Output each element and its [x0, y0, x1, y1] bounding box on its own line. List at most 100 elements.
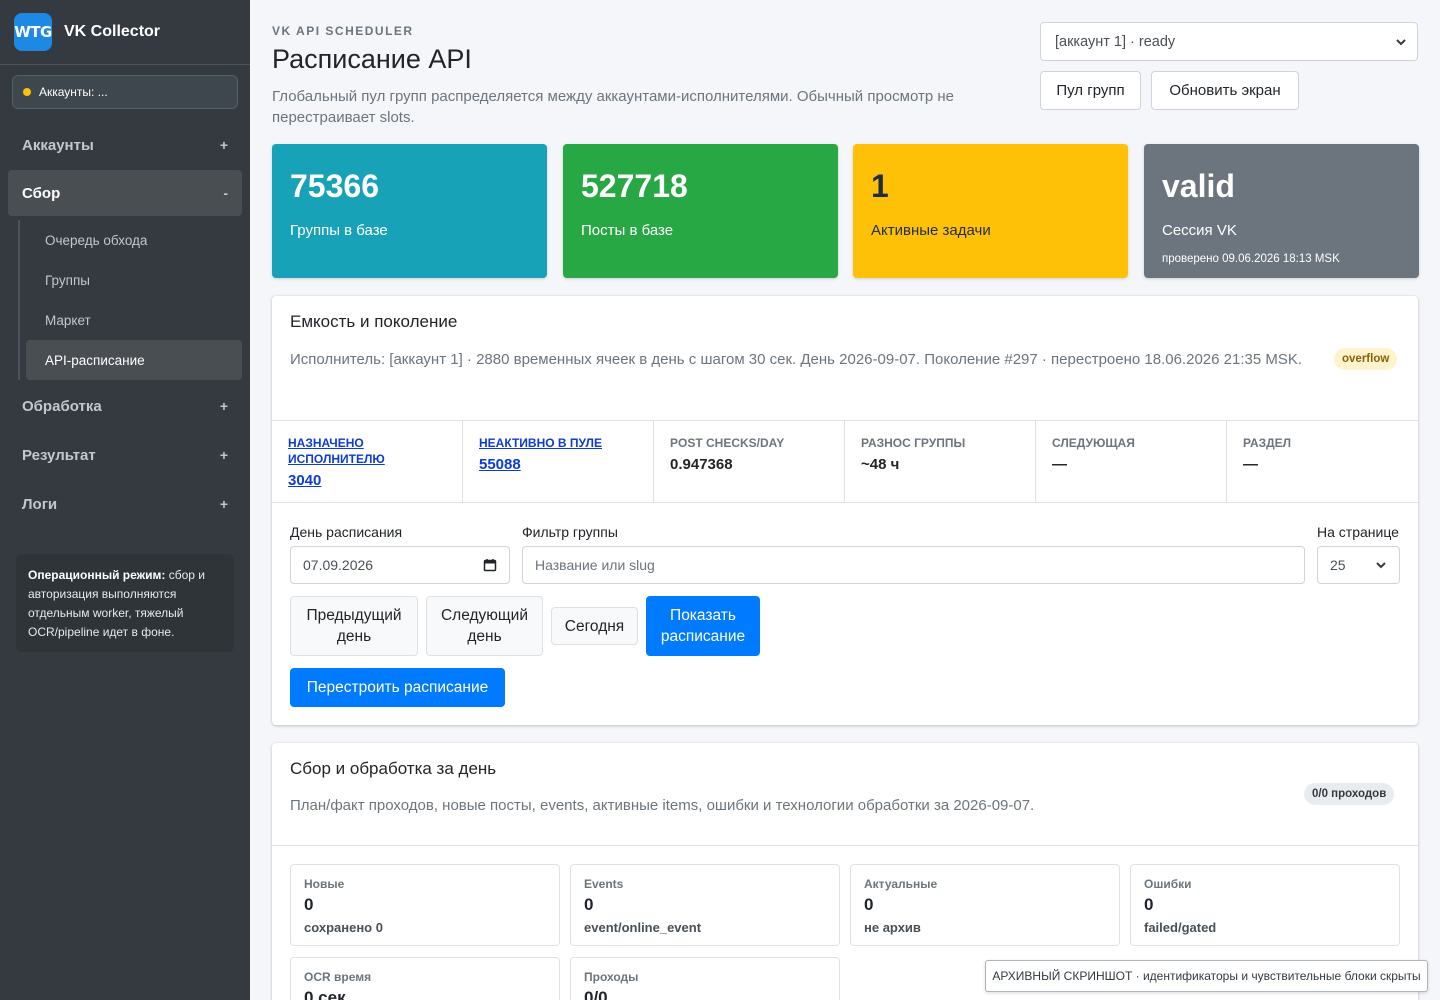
show-schedule-button[interactable]: Показать расписание — [646, 596, 760, 656]
sidebar-item-api-schedule[interactable]: API-расписание — [26, 340, 242, 380]
tile-sub: сохранено 0 — [304, 920, 383, 935]
tile-value: 0 — [864, 895, 874, 914]
refresh-screen-button[interactable]: Обновить экран — [1151, 71, 1299, 110]
archive-notice: АРХИВНЫЙ СКРИНШОТ · идентификаторы и чув… — [985, 960, 1428, 992]
tile-label: Новые — [304, 877, 345, 891]
accounts-status-label: Аккаунты: ... — [39, 85, 108, 99]
metric-post-checks: Post checks/day 0.947368 — [654, 421, 845, 503]
stat-value: 75366 — [290, 168, 379, 204]
tile-label: Ошибки — [1144, 877, 1192, 891]
metric-label: Разнос группы — [861, 436, 966, 450]
mode-title: Операционный режим: — [28, 568, 166, 582]
nav-item-label: Результат — [22, 446, 96, 464]
card-subtitle: План/факт проходов, новые посты, events,… — [290, 797, 1035, 814]
stat-groups: 75366 Группы в базе — [272, 144, 547, 278]
expand-plus-icon: + — [219, 447, 228, 463]
metric-section: Раздел — — [1227, 421, 1418, 503]
tile-value: 0/0 — [584, 988, 608, 1000]
brand-name: VK Collector — [64, 23, 161, 40]
stat-label: Активные задачи — [871, 222, 991, 239]
expand-plus-icon: + — [219, 398, 228, 414]
tile-label: OCR время — [304, 970, 372, 984]
nav-item-logs[interactable]: Логи + — [8, 481, 242, 527]
group-pool-button[interactable]: Пул групп — [1040, 71, 1141, 110]
tile-events: Events 0 event/online_event — [570, 864, 840, 946]
nav-item-processing[interactable]: Обработка + — [8, 383, 242, 429]
metric-next: Следующая — — [1036, 421, 1227, 503]
metric-assigned[interactable]: Назначено исполнителю 3040 — [272, 421, 463, 503]
chevron-down-icon — [1396, 38, 1406, 45]
sidebar-item-crawl-queue[interactable]: Очередь обхода — [26, 220, 242, 260]
tile-errors: Ошибки 0 failed/gated — [1130, 864, 1400, 946]
group-filter-input[interactable]: Название или slug — [522, 546, 1305, 584]
metric-value[interactable]: 3040 — [288, 472, 446, 489]
metric-label[interactable]: Неактивно в пуле — [479, 435, 637, 451]
brand-logo: WTG — [14, 13, 52, 51]
prev-day-button[interactable]: Предыдущий день — [290, 596, 418, 656]
rebuild-schedule-button[interactable]: Перестроить расписание — [290, 668, 505, 707]
tile-new: Новые 0 сохранено 0 — [290, 864, 560, 946]
page-title: Расписание API — [272, 44, 472, 74]
status-dot-icon — [23, 88, 31, 96]
tile-value: 0 — [1144, 895, 1154, 914]
tile-value: 0 — [304, 895, 314, 914]
nav-item-label: Обработка — [22, 397, 102, 415]
metric-label[interactable]: Назначено исполнителю — [288, 435, 446, 467]
nav-item-accounts[interactable]: Аккаунты + — [8, 122, 242, 168]
nav-item-label: Сбор — [22, 184, 61, 202]
metric-value[interactable]: 55088 — [479, 456, 637, 473]
operation-mode-note: Операционный режим: сбор и авторизация в… — [16, 554, 234, 652]
next-day-button[interactable]: Следующий день — [426, 596, 543, 656]
expand-plus-icon: + — [219, 496, 228, 512]
stat-active-tasks: 1 Активные задачи — [853, 144, 1128, 278]
group-filter-placeholder: Название или slug — [535, 557, 655, 573]
collect-subnav: Очередь обхода Группы Маркет API-расписа… — [18, 220, 242, 380]
tile-sub: не архив — [864, 920, 921, 935]
stat-value: 527718 — [581, 168, 688, 204]
nav-item-collect[interactable]: Сбор - — [8, 170, 242, 216]
stat-vk-session: valid Сессия VK проверено 09.06.2026 18:… — [1144, 144, 1419, 278]
tile-actual: Актуальные 0 не архив — [850, 864, 1120, 946]
sidebar-item-market[interactable]: Маркет — [26, 300, 242, 340]
nav-item-result[interactable]: Результат + — [8, 432, 242, 478]
sidebar: WTG VK Collector Аккаунты: ... Аккаунты … — [0, 0, 250, 1000]
metric-value: — — [1243, 456, 1258, 473]
tile-label: Актуальные — [864, 877, 938, 891]
metric-group-spacing: Разнос группы ~48 ч — [845, 421, 1036, 503]
group-filter-label: Фильтр группы — [522, 524, 618, 540]
divider — [272, 845, 1418, 846]
expand-plus-icon: + — [219, 137, 228, 153]
day-label: День расписания — [290, 524, 403, 540]
card-title: Емкость и поколение — [290, 312, 458, 331]
overflow-badge: overflow — [1334, 348, 1398, 370]
tile-ocr-time: OCR время 0 сек — [290, 957, 560, 1000]
stat-label: Группы в базе — [290, 222, 388, 239]
schedule-day-input[interactable]: 07.09.2026 — [290, 546, 510, 584]
per-page-value: 25 — [1330, 557, 1346, 573]
account-select[interactable]: [аккаунт 1] · ready — [1040, 22, 1418, 61]
metric-inactive[interactable]: Неактивно в пуле 55088 — [463, 421, 654, 503]
tile-value: 0 — [584, 895, 594, 914]
chevron-down-icon — [1376, 562, 1386, 569]
tile-sub: failed/gated — [1144, 920, 1217, 935]
today-button[interactable]: Сегодня — [551, 607, 638, 645]
collapse-minus-icon: - — [223, 185, 228, 201]
metric-value: — — [1052, 456, 1067, 473]
account-select-value: [аккаунт 1] · ready — [1055, 33, 1176, 50]
stat-label: Посты в базе — [581, 222, 674, 239]
stat-value: valid — [1162, 168, 1235, 204]
stat-label: Сессия VK — [1162, 222, 1237, 239]
metric-label: Post checks/day — [670, 436, 785, 450]
per-page-label: На странице — [1317, 524, 1399, 540]
brand[interactable]: WTG VK Collector — [0, 0, 250, 65]
passes-badge: 0/0 проходов — [1304, 783, 1395, 805]
tile-passes: Проходы 0/0 — [570, 957, 840, 1000]
divider — [272, 502, 1418, 503]
sidebar-item-groups[interactable]: Группы — [26, 260, 242, 300]
calendar-icon[interactable] — [483, 558, 497, 572]
per-page-select[interactable]: 25 — [1317, 546, 1400, 584]
schedule-day-value: 07.09.2026 — [303, 557, 374, 573]
accounts-status-pill[interactable]: Аккаунты: ... — [12, 75, 238, 109]
stat-posts: 527718 Посты в базе — [563, 144, 838, 278]
metric-label: Следующая — [1052, 436, 1135, 450]
